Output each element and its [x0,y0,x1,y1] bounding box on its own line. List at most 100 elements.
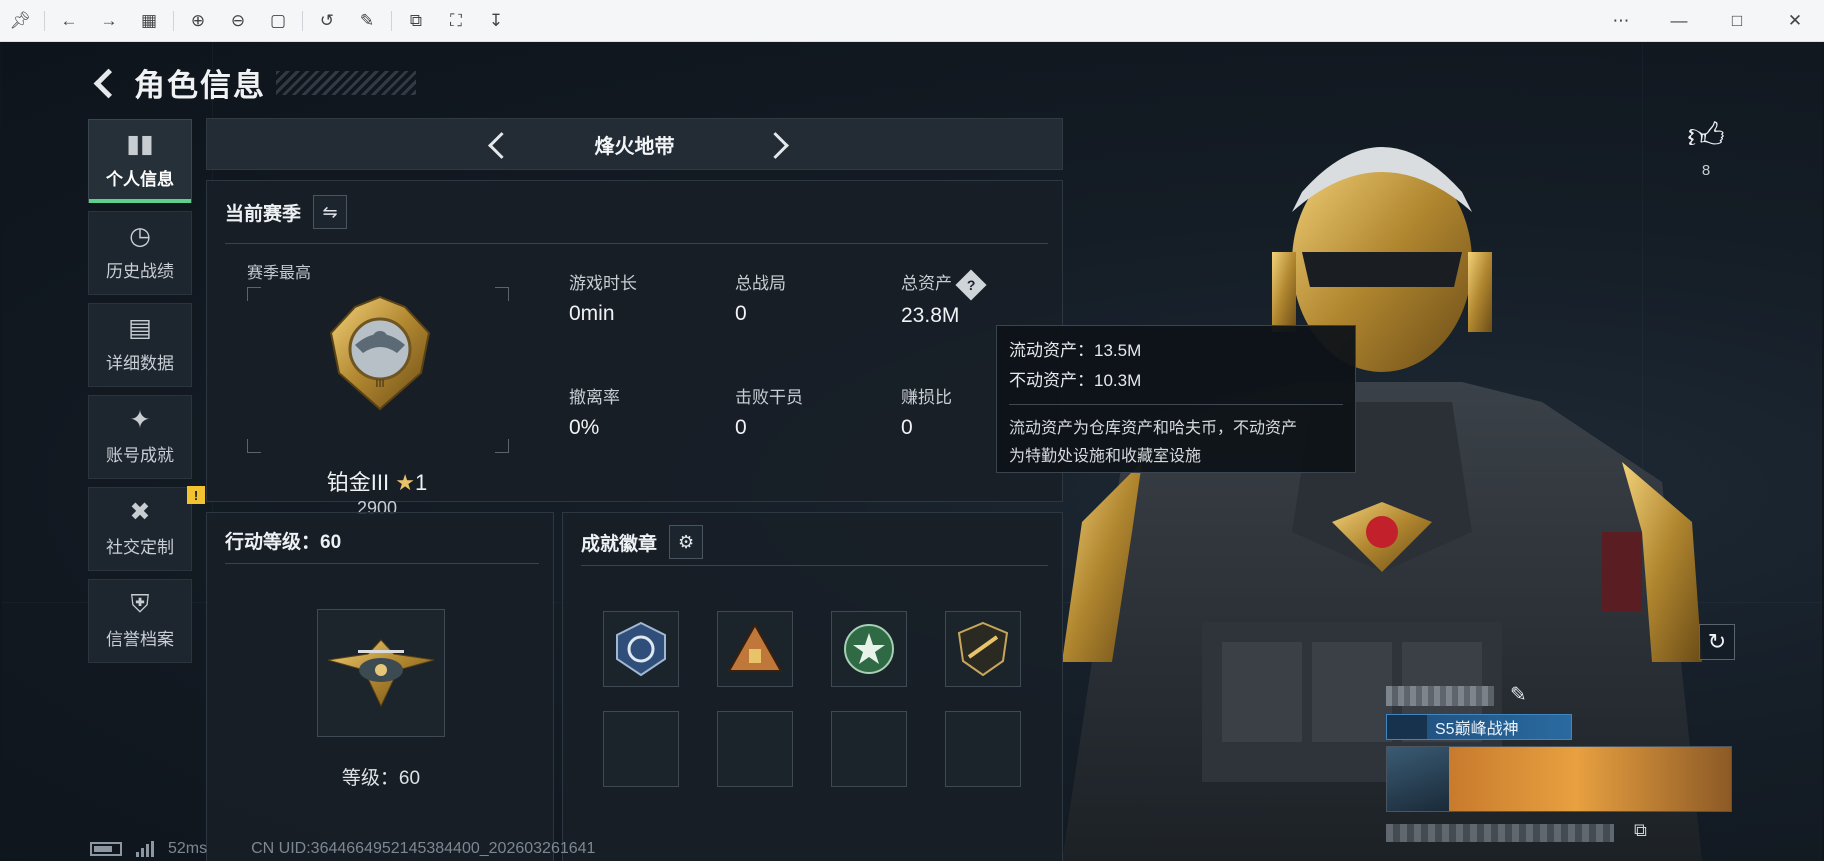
warning-badge: ! [187,486,205,504]
stat-label: 撤离率 [569,388,620,407]
edit-icon[interactable]: ✎ [347,0,387,42]
title-tag-icon [1387,715,1427,739]
next-mode-arrow-icon[interactable] [764,129,794,159]
rotate-icon[interactable]: ↺ [307,0,347,42]
frame-corner [495,287,509,301]
crop-icon[interactable]: ⛶ [436,0,476,42]
season-title: 当前赛季 [225,203,302,225]
player-title-tag: S5巅峰战神 [1386,714,1572,740]
stat-value: 0 [735,416,747,439]
tools-icon: ✖ [129,498,151,526]
panel-divider [581,565,1048,566]
more-icon[interactable]: ⋯ [1592,0,1650,42]
badge-slot-empty[interactable] [831,711,907,787]
pyramid-badge-icon [727,622,783,672]
maximize-icon[interactable]: □ [1708,0,1766,42]
help-icon[interactable]: ? [955,268,987,301]
prev-mode-arrow-icon[interactable] [482,129,512,159]
fit-icon[interactable]: ▢ [258,0,298,42]
refresh-button[interactable]: ↻ [1699,624,1735,660]
like-count: 8 [1701,162,1711,179]
viewer-toolbar: 📌︎ ← → ▦ ⊕ ⊖ ▢ ↺ ✎ ⧉ ⛶ ↧ ⋯ — □ ✕ [0,0,1824,42]
rank-star-count: 1 [414,470,428,495]
badge-slot[interactable] [831,611,907,687]
clock-icon: ◷ [129,222,151,250]
sidebar-item-match-history[interactable]: ◷ 历史战绩 [88,211,192,295]
sidebar-item-label: 详细数据 [106,354,174,373]
badge-slot-empty[interactable] [945,711,1021,787]
panel-divider [225,243,1048,244]
save-icon[interactable]: ↧ [476,0,516,42]
sidebar-item-label: 社交定制 [106,538,174,557]
badge-slot[interactable] [945,611,1021,687]
star-badge-icon [844,624,894,674]
player-id-redacted [1386,824,1614,842]
badge-slot[interactable] [603,611,679,687]
season-switch-button[interactable]: ⇋ [313,195,348,229]
stat-total-matches: 总战局 0 [735,269,786,326]
page-title: 角色信息 [134,68,266,103]
frame-corner [247,439,261,453]
badge-slot-empty[interactable] [603,711,679,787]
stat-value: 0 [901,416,913,439]
stat-kills: 击败干员 0 [735,383,803,440]
level-caption: 等级：60 [341,768,421,789]
mode-title: 烽火地带 [594,135,675,158]
sidebar-item-achievements[interactable]: ✦ 账号成就 [88,395,192,479]
like-button[interactable]: 👍︎ 8 [1681,114,1731,179]
stat-profit-ratio: 赚损比 0 [901,383,952,440]
uid-text: CN UID:3644664952145384400_202603261641 [251,840,596,857]
back-arrow-icon[interactable] [90,68,120,98]
badge-slot[interactable] [717,611,793,687]
forward-icon[interactable]: → [89,0,129,42]
zoom-in-icon[interactable]: ⊕ [178,0,218,42]
panel-divider [225,563,539,564]
sidebar-item-label: 历史战绩 [106,262,174,281]
svg-text:III: III [375,378,384,390]
sidebar-item-social-custom[interactable]: ✖ 社交定制 ! [88,486,205,571]
badges-panel-header: 成就徽章 ⚙ [581,525,704,559]
toolbar-divider [173,10,174,31]
sidebar-item-credit-record[interactable]: ⛨ 信誉档案 [88,579,192,663]
mode-selector: 烽火地带 [206,118,1063,170]
avatar [1387,747,1449,811]
badge-slot-empty[interactable] [717,711,793,787]
level-emblem-frame [317,609,445,737]
stat-label: 游戏时长 [569,274,637,293]
level-panel-header: 行动等级：60 [225,527,341,554]
zoom-out-icon[interactable]: ⊖ [218,0,258,42]
pin-icon[interactable]: 📌︎ [0,0,40,42]
season-best-label: 赛季最高 [247,265,312,282]
shield-icon: ⛨ [130,590,150,618]
season-panel: 当前赛季 ⇋ 赛季最高 III 铂金III ★1 2900 游戏时长 0min [206,180,1063,518]
back-icon[interactable]: ← [49,0,89,42]
badge-settings-button[interactable]: ⚙ [669,525,704,559]
stat-total-assets: 总资产? 23.8M [901,268,987,328]
frame-corner [247,287,261,301]
sidebar-item-personal-info[interactable]: ▮▮ 个人信息 [88,119,192,203]
helicopter-emblem-icon [327,639,435,708]
sidebar-item-detailed-data[interactable]: ▤ 详细数据 [88,303,192,387]
tooltip-note-line: 流动资产为仓库资产和哈夫币，不动资产 [1009,420,1298,437]
rank-emblem-icon: III [329,295,431,411]
rifle-badge-icon [957,621,1009,677]
stat-label: 总资产? [901,268,987,301]
arrows-badge-icon [616,621,666,677]
title-decoration [276,70,416,95]
edit-name-icon[interactable]: ✎ [1510,682,1527,707]
player-title-text: S5巅峰战神 [1435,721,1519,738]
grid-icon[interactable]: ▦ [129,0,169,42]
signal-icon [136,841,154,857]
copy-icon[interactable]: ⧉ [396,0,436,42]
sidebar-item-label: 个人信息 [106,170,174,189]
player-card: ✎ S5巅峰战神 ⧉ [1376,682,1736,858]
toolbar-divider [302,10,303,31]
stat-extract-rate: 撤离率 0% [569,383,620,440]
ping-value: 52ms [168,840,208,857]
close-icon[interactable]: ✕ [1766,0,1824,42]
copy-id-icon[interactable]: ⧉ [1634,820,1647,841]
minimize-icon[interactable]: — [1650,0,1708,42]
stat-value: 0 [735,302,747,325]
tooltip-note-line: 为特勤处设施和收藏室设施 [1009,448,1202,465]
stat-label: 赚损比 [901,388,952,407]
